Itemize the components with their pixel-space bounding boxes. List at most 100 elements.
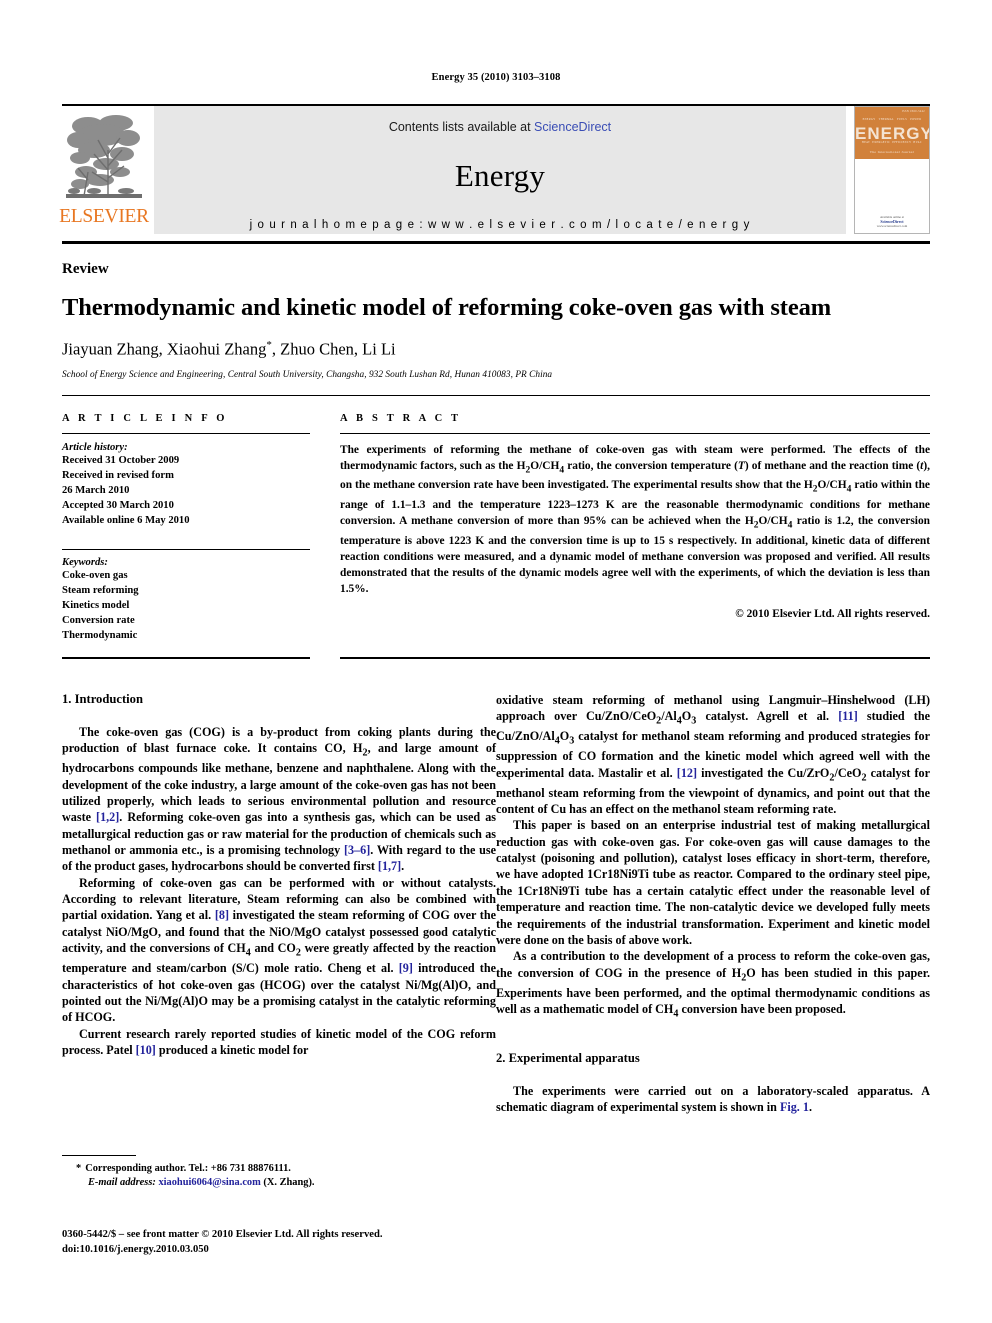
body-columns: 1. Introduction The coke-oven gas (COG) …: [62, 692, 930, 1116]
p-seg: investigated the Cu/ZrO: [697, 765, 830, 780]
masthead-banner: Contents lists available at ScienceDirec…: [154, 106, 846, 234]
cover-tagline: The International Journal: [869, 150, 915, 154]
elsevier-tree-icon: [64, 110, 144, 206]
article-history-list: Received 31 October 2009 Received in rev…: [62, 453, 310, 528]
abstract-body: The experiments of reforming the methane…: [340, 442, 930, 597]
author-affiliation: School of Energy Science and Engineering…: [62, 369, 553, 380]
citation-ref[interactable]: [11]: [838, 709, 858, 723]
masthead-bottom-rule: [62, 241, 930, 244]
article-title: Thermodynamic and kinetic model of refor…: [62, 294, 832, 321]
paragraph: oxidative steam reforming of methanol us…: [496, 692, 930, 817]
abs-seg: ratio, the conversion temperature (: [564, 459, 738, 472]
footnote-star: *: [76, 1163, 82, 1174]
journal-cover-thumbnail: ISSN 0360-5442 ENERGY THERMAL FUELS POWE…: [854, 106, 930, 234]
paragraph: As a contribution to the development of …: [496, 948, 930, 1021]
imprint-line-1: 0360-5442/$ – see front matter © 2010 El…: [62, 1229, 383, 1240]
p-seg: .: [401, 859, 405, 874]
keywords-heading: Keywords:: [62, 556, 108, 568]
imprint-line-2: doi:10.1016/j.energy.2010.03.050: [62, 1243, 209, 1255]
cover-footer: Available online at ScienceDirect www.sc…: [855, 215, 929, 228]
email-note: E-mail address: xiaohui6064@sina.com (X.…: [62, 1176, 496, 1190]
journal-homepage-line[interactable]: j o u r n a l h o m e p a g e : w w w . …: [154, 219, 846, 231]
citation-ref[interactable]: [12]: [677, 766, 697, 780]
citation-ref[interactable]: [8]: [215, 908, 229, 922]
journal-masthead: ELSEVIER Contents lists available at Sci…: [59, 104, 930, 234]
citation-ref[interactable]: [10]: [136, 1043, 156, 1057]
section-heading-introduction: 1. Introduction: [62, 691, 143, 706]
keywords-block: Keywords: Coke-oven gas Steam reforming …: [62, 548, 310, 643]
email-label: E-mail address:: [88, 1177, 156, 1189]
article-info-rule: [62, 432, 310, 434]
running-head: Energy 35 (2010) 3103–3108: [431, 72, 561, 83]
history-item: 26 March 2010: [62, 484, 130, 496]
footnote-rule: [62, 1155, 136, 1156]
p-seg: produced a kinetic model for: [155, 1042, 309, 1057]
authors-part-1: Jiayuan Zhang, Xiaohui Zhang: [62, 339, 267, 359]
abs-seg: ) of methane and the reaction time (: [744, 459, 921, 472]
authors-part-2: , Zhuo Chen, Li Li: [271, 339, 396, 359]
abs-italic-T: T: [737, 459, 745, 472]
cover-bottom-area: Available online at ScienceDirect www.sc…: [855, 159, 929, 233]
elsevier-wordmark: ELSEVIER: [59, 206, 149, 227]
p-seg: conversion have been proposed.: [678, 1001, 846, 1016]
citation-ref[interactable]: [3–6]: [344, 843, 370, 857]
body-column-right: oxidative steam reforming of methanol us…: [496, 692, 930, 1116]
panel-rule-right: [340, 656, 930, 659]
abstract-rule: [340, 432, 930, 434]
body-column-left: 1. Introduction The coke-oven gas (COG) …: [62, 692, 496, 1116]
keywords-list: Coke-oven gas Steam reforming Kinetics m…: [62, 568, 310, 643]
panel-rule-left: [62, 656, 310, 659]
section-heading-experimental-apparatus: 2. Experimental apparatus: [496, 1050, 640, 1065]
p-seg: /Al: [661, 709, 677, 724]
paragraph: This paper is based on an enterprise ind…: [496, 818, 930, 947]
journal-title: Energy: [454, 158, 546, 193]
footnote-block: * Corresponding author. Tel.: +86 731 888…: [62, 1155, 496, 1191]
citation-ref[interactable]: [1,7]: [378, 859, 401, 873]
article-info-heading: A R T I C L E I N F O: [62, 412, 228, 424]
history-item: Received in revised form: [62, 469, 174, 481]
corresponding-author-note: * Corresponding author. Tel.: +86 731 888…: [62, 1162, 496, 1176]
history-item: Available online 6 May 2010: [62, 514, 190, 526]
p-seg: O: [681, 709, 692, 724]
cover-topic-row-2: HEAT EXERGETIC EFFICIENCY HVAC: [861, 141, 923, 144]
abs-seg: O/CH: [817, 479, 847, 492]
history-item: Accepted 30 March 2010: [62, 499, 174, 511]
abstract-heading: A B S T R A C T: [340, 412, 462, 424]
column-gutter: [310, 413, 340, 643]
p-seg: and CO: [250, 941, 296, 956]
abs-seg: O/CH: [758, 514, 788, 527]
elsevier-logo: ELSEVIER: [59, 106, 149, 234]
keyword-item: Kinetics model: [62, 599, 130, 611]
p-seg: catalyst. Agrell et al.: [696, 709, 839, 724]
p-seg: .: [808, 1100, 812, 1115]
contents-available-line: Contents lists available at ScienceDirec…: [154, 120, 846, 134]
email-suffix: (X. Zhang).: [263, 1177, 315, 1189]
p-seg: /CeO: [834, 765, 862, 780]
history-item: Received 31 October 2009: [62, 454, 180, 466]
figure-ref[interactable]: Fig. 1: [780, 1100, 809, 1114]
paragraph: Reforming of coke-oven gas can be perfor…: [62, 875, 496, 1026]
cover-top-band: ISSN 0360-5442 ENERGY THERMAL FUELS POWE…: [855, 107, 929, 159]
contents-prefix: Contents lists available at: [388, 120, 535, 134]
abs-seg: O/CH: [530, 459, 560, 472]
author-list: Jiayuan Zhang, Xiaohui Zhang*, Zhuo Chen…: [62, 339, 930, 360]
article-info-column: A R T I C L E I N F O Article history: R…: [62, 413, 310, 643]
cover-topic-row-1: ENERGY THERMAL FUELS POWER: [862, 118, 922, 121]
keyword-item: Thermodynamic: [62, 629, 138, 641]
keyword-item: Coke-oven gas: [62, 569, 128, 581]
citation-ref[interactable]: [9]: [399, 961, 413, 975]
imprint-block: 0360-5442/$ – see front matter © 2010 El…: [62, 1228, 382, 1257]
keyword-item: Conversion rate: [62, 614, 135, 626]
keyword-item: Steam reforming: [62, 584, 139, 596]
info-abstract-panel: A R T I C L E I N F O Article history: R…: [62, 394, 930, 643]
paragraph: The experiments were carried out on a la…: [496, 1083, 930, 1116]
article-history-heading: Article history:: [62, 441, 128, 453]
article-type-label: Review: [62, 261, 109, 277]
email-link[interactable]: xiaohui6064@sina.com: [158, 1177, 260, 1188]
panel-bottom-rules: [62, 656, 930, 660]
abstract-copyright: © 2010 Elsevier Ltd. All rights reserved…: [735, 607, 930, 620]
p-seg: O: [559, 729, 570, 744]
citation-ref[interactable]: [1,2]: [96, 810, 119, 824]
sciencedirect-link[interactable]: ScienceDirect: [534, 120, 611, 134]
p-seg: The experiments were carried out on a la…: [496, 1083, 930, 1115]
